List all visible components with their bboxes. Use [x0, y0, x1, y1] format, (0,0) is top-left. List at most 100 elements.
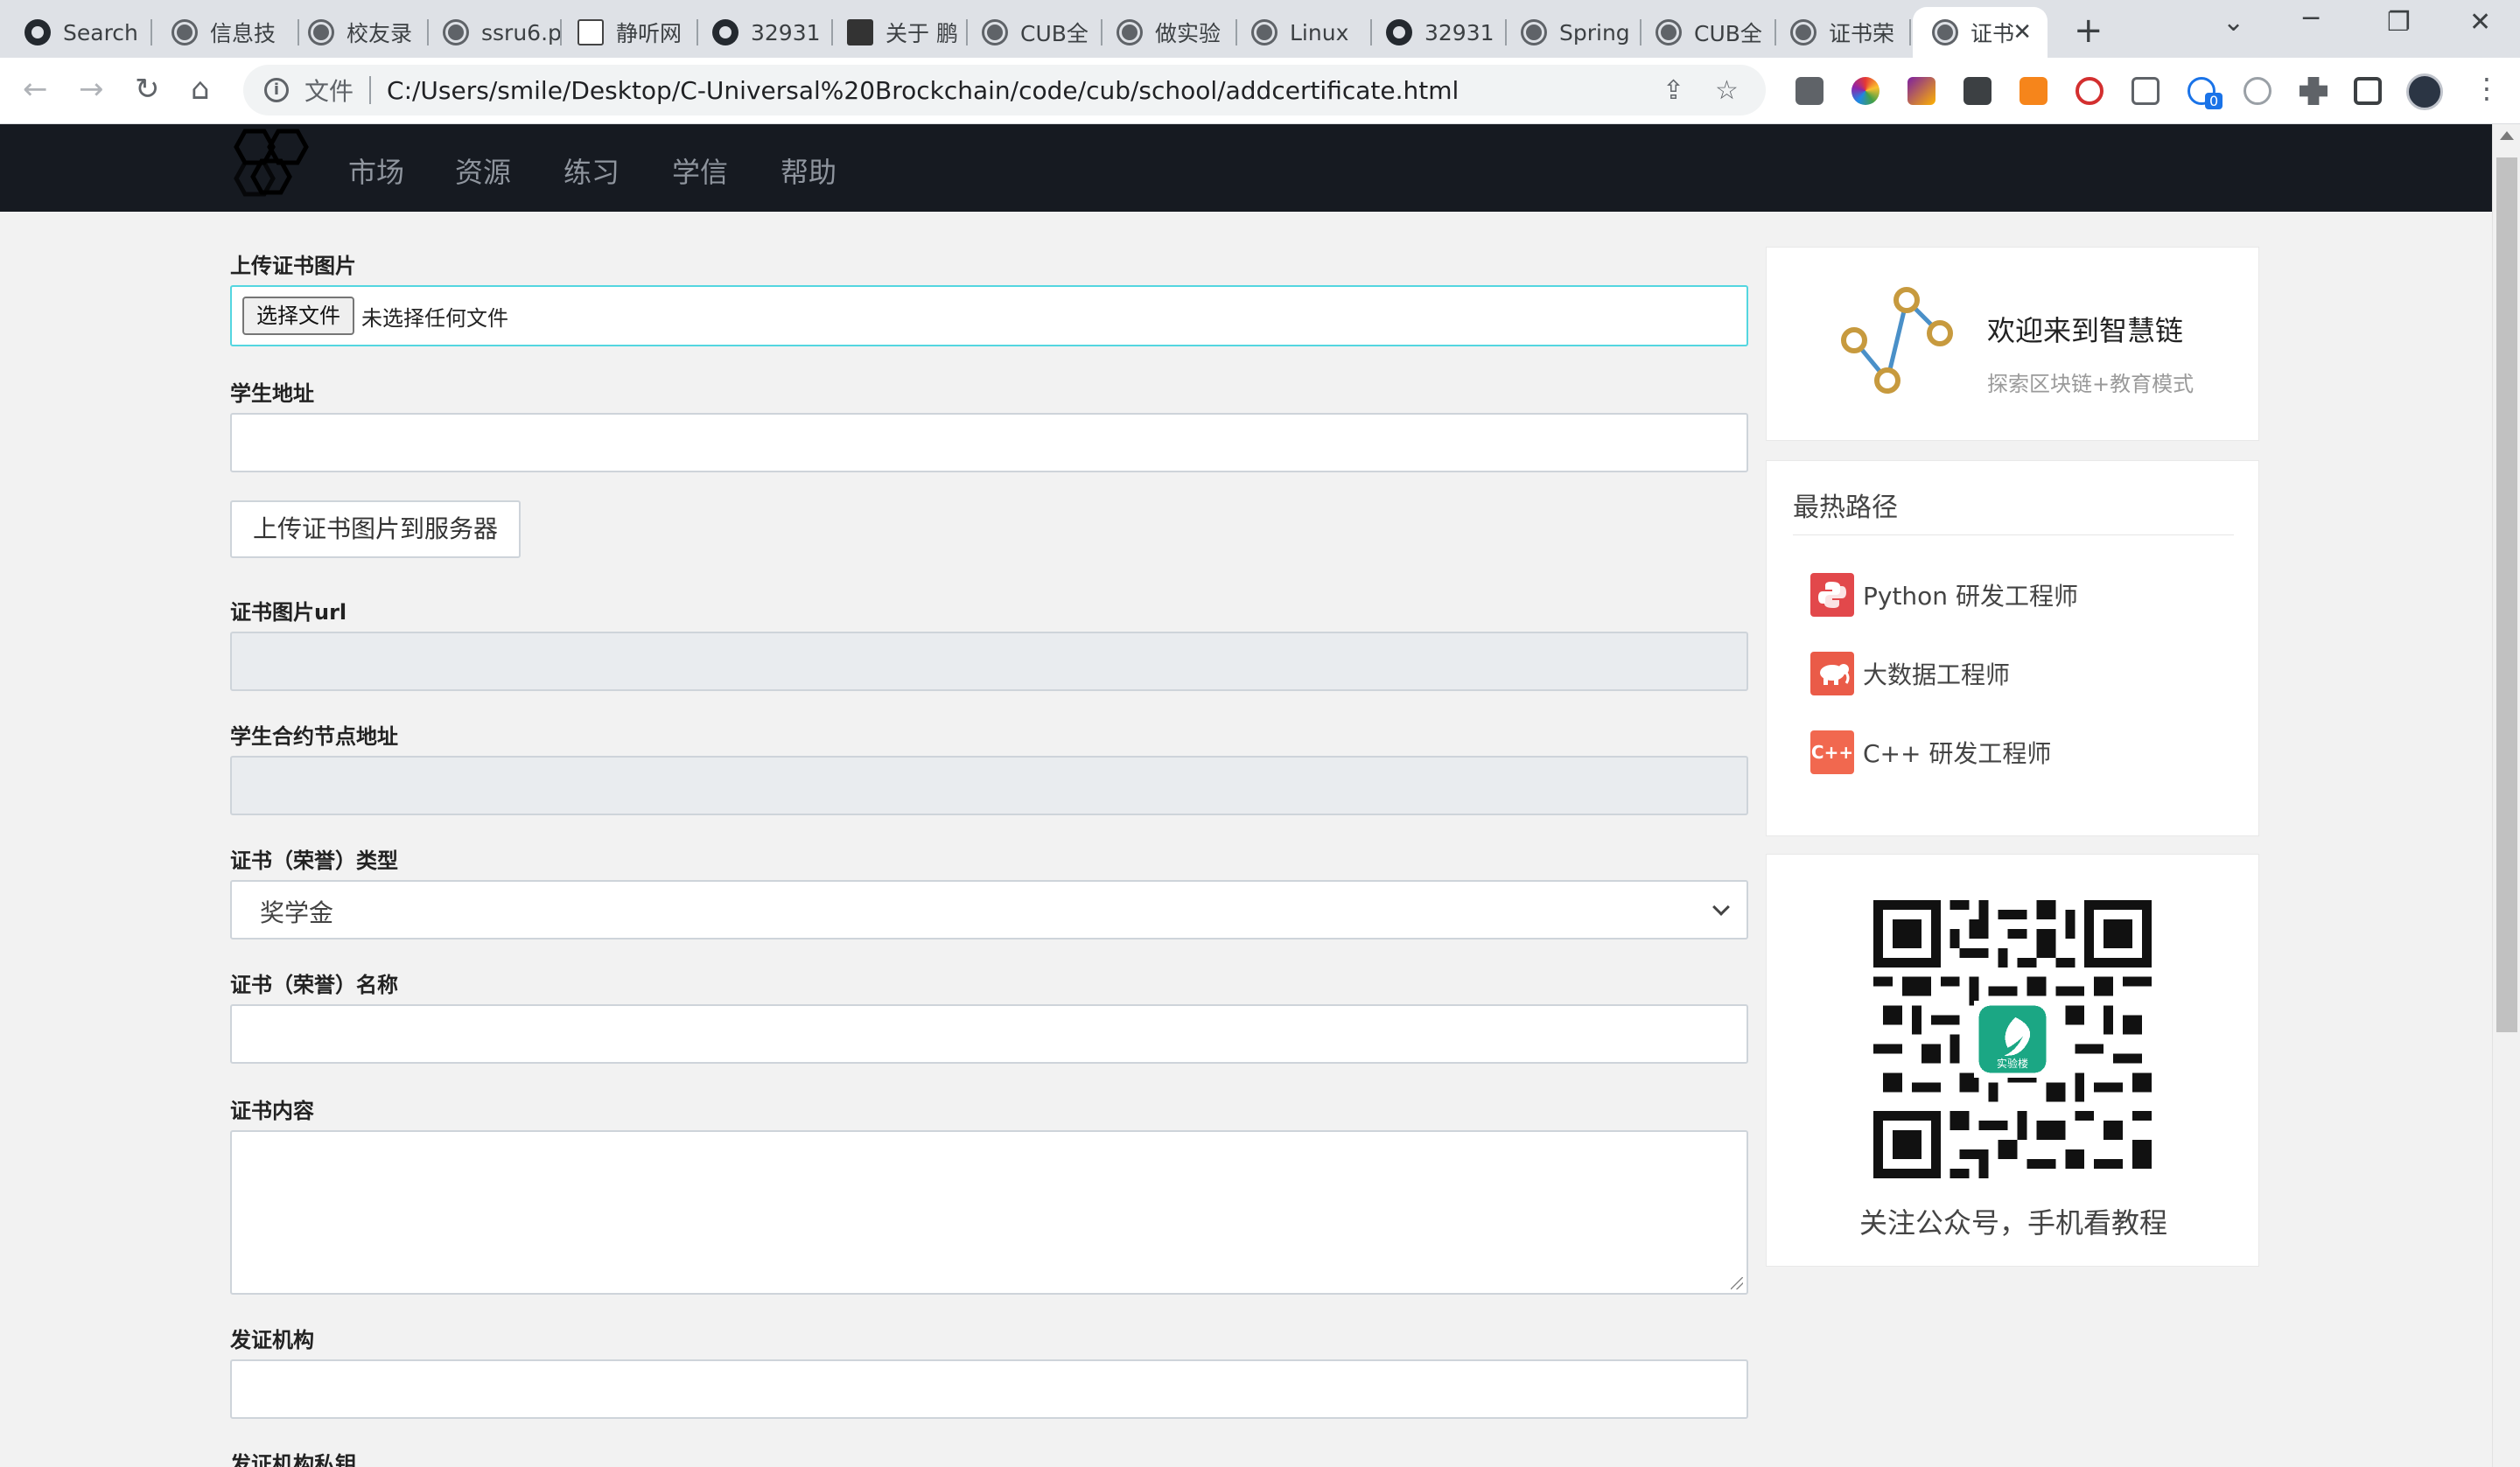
globe-icon — [443, 19, 469, 45]
qr-caption: 关注公众号，手机看教程 — [1858, 1206, 2167, 1240]
hadoop-elephant-icon — [1810, 652, 1854, 695]
tab-title: ssru6.p — [481, 19, 562, 45]
scroll-up-arrow-icon[interactable] — [2500, 131, 2514, 140]
browser-tab[interactable]: 32931 — [1367, 7, 1507, 58]
github-icon — [712, 19, 738, 45]
resize-handle-icon[interactable] — [1731, 1277, 1743, 1289]
browser-tab[interactable]: Spring — [1502, 7, 1642, 58]
upload-to-server-button[interactable]: 上传证书图片到服务器 — [230, 500, 521, 558]
browser-tab[interactable]: 信息技 — [152, 7, 299, 58]
path-label: Python 研发工程师 — [1863, 582, 2078, 611]
page-scrollbar[interactable] — [2492, 124, 2520, 1467]
certificate-name-input[interactable] — [230, 1004, 1748, 1064]
issuer-label: 发证机构 — [230, 1328, 314, 1352]
tab-search-chevron-icon[interactable]: ⌄ — [2222, 7, 2244, 38]
address-bar[interactable]: i 文件 C:/Users/smile/Desktop/C-Universal%… — [243, 65, 1766, 115]
minimize-icon[interactable]: ─ — [2303, 3, 2319, 34]
window-extension-icon[interactable] — [2132, 77, 2160, 105]
close-window-icon[interactable]: ✕ — [2469, 7, 2491, 38]
image-icon — [847, 19, 873, 45]
site-header: 市场 资源 练习 学信 帮助 — [0, 124, 2492, 212]
scrollbar-thumb[interactable] — [2496, 157, 2517, 1032]
share-icon[interactable]: ⇪ — [1662, 75, 1684, 106]
welcome-title: 欢迎来到智慧链 — [1987, 314, 2184, 347]
path-label: C++ 研发工程师 — [1863, 739, 2052, 768]
github-icon — [24, 19, 51, 45]
side-panel-icon[interactable] — [2354, 77, 2382, 105]
nav-credentials[interactable]: 学信 — [672, 150, 728, 191]
browser-tab[interactable]: 校友录 — [289, 7, 429, 58]
new-tab-plus-icon[interactable]: + — [2074, 10, 2104, 51]
browser-tab[interactable]: CUB全 — [962, 7, 1102, 58]
tab-title: 信息技 — [210, 21, 276, 46]
student-address-input[interactable] — [230, 413, 1748, 472]
tab-title: Search — [63, 19, 138, 45]
globe-icon — [1656, 19, 1682, 45]
contract-node-label: 学生合约节点地址 — [230, 724, 398, 749]
path-item-big-data[interactable]: 大数据工程师 — [1810, 652, 2010, 695]
nav-help[interactable]: 帮助 — [780, 150, 836, 191]
address-url[interactable]: C:/Users/smile/Desktop/C-Universal%20Bro… — [387, 76, 1459, 105]
issuer-input[interactable] — [230, 1359, 1748, 1419]
qr-code: 实验楼 — [1873, 900, 2152, 1178]
globe-icon — [1521, 19, 1547, 45]
chevron-down-icon — [1712, 898, 1730, 916]
seal-icon — [578, 19, 604, 45]
link-extension-icon[interactable] — [2244, 77, 2272, 105]
browser-tab[interactable]: Linux — [1232, 7, 1372, 58]
more-menu-icon[interactable]: ⋮ — [2473, 72, 2501, 105]
tab-title: 静听网 — [616, 21, 682, 46]
tab-title: 证书 — [1970, 21, 2015, 46]
shield-extension-icon[interactable] — [1964, 77, 1992, 105]
bookmark-star-icon[interactable]: ☆ — [1715, 75, 1739, 106]
browser-tab[interactable]: 做实验 — [1097, 7, 1237, 58]
nav-market[interactable]: 市场 — [348, 150, 404, 191]
browser-tab[interactable]: Search — [5, 7, 152, 58]
hexagon-logo-icon[interactable] — [219, 124, 324, 212]
path-item-python[interactable]: Python 研发工程师 — [1810, 573, 2078, 617]
browser-toolbar: ← → ↻ ⌂ i 文件 C:/Users/smile/Desktop/C-Un… — [0, 58, 2520, 124]
back-arrow-icon[interactable]: ← — [23, 72, 48, 107]
certificate-type-select[interactable]: 奖学金 — [230, 880, 1748, 940]
popular-paths-title: 最热路径 — [1793, 492, 1898, 523]
tab-title: 关于 鹏 — [886, 21, 958, 46]
certificate-file-input[interactable]: 选择文件 未选择任何文件 — [230, 285, 1748, 346]
extensions-puzzle-icon[interactable] — [2300, 77, 2328, 105]
forward-arrow-icon[interactable]: → — [79, 72, 104, 107]
browser-tab-active[interactable]: 证书 ✕ — [1913, 7, 2048, 58]
record-extension-icon[interactable] — [2076, 77, 2104, 105]
tab-title: 32931 — [1424, 19, 1494, 45]
browser-tab-strip: Search 信息技 校友录 ssru6.p 静听网 32931 关于 鹏 CU… — [0, 0, 2520, 58]
browser-tab[interactable]: CUB全 — [1636, 7, 1776, 58]
info-icon[interactable]: i — [264, 78, 289, 102]
welcome-subtitle: 探索区块链+教育模式 — [1987, 372, 2194, 396]
download-extension-icon[interactable] — [1796, 77, 1824, 105]
browser-tab[interactable]: ssru6.p — [424, 7, 562, 58]
certificate-content-textarea[interactable] — [230, 1130, 1748, 1295]
nav-resources[interactable]: 资源 — [455, 150, 511, 191]
image-url-label: 证书图片url — [230, 600, 347, 625]
browser-tab[interactable]: 静听网 — [558, 7, 698, 58]
close-tab-icon[interactable]: ✕ — [2012, 19, 2032, 45]
color-picker-extension-icon[interactable] — [1852, 77, 1880, 105]
choose-file-button[interactable]: 选择文件 — [242, 297, 354, 335]
home-icon[interactable]: ⌂ — [191, 72, 210, 107]
pen-extension-icon[interactable] — [1908, 77, 1936, 105]
welcome-card: 欢迎来到智慧链 探索区块链+教育模式 — [1766, 247, 2259, 441]
globe-icon — [1251, 19, 1278, 45]
globe-icon — [1116, 19, 1143, 45]
path-item-cpp[interactable]: C++ C++ 研发工程师 — [1810, 730, 2051, 774]
reload-icon[interactable]: ↻ — [135, 72, 160, 107]
profile-avatar[interactable] — [2406, 73, 2443, 110]
tab-title: 校友录 — [346, 21, 413, 46]
metamask-fox-icon[interactable] — [2020, 77, 2048, 105]
tab-title: Linux — [1290, 19, 1349, 45]
chain-nodes-icon — [1841, 287, 1953, 394]
browser-tab[interactable]: 证书荣 — [1771, 7, 1911, 58]
browser-tab[interactable]: 32931 — [693, 7, 833, 58]
globe-icon — [172, 19, 198, 45]
nav-practice[interactable]: 练习 — [564, 150, 620, 191]
student-address-label: 学生地址 — [230, 381, 314, 406]
browser-tab[interactable]: 关于 鹏 — [828, 7, 968, 58]
restore-window-icon[interactable]: ❐ — [2387, 7, 2411, 38]
